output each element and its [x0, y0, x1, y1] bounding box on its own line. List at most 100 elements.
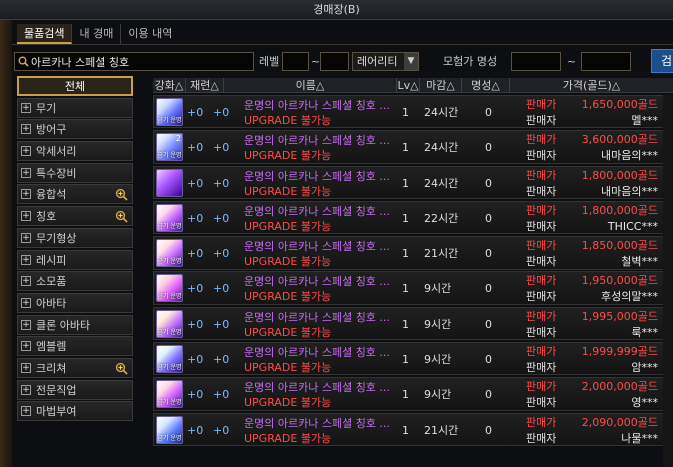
category-item[interactable]: + 전문직업 [17, 379, 133, 400]
fame-value: 0 [485, 317, 492, 331]
icon-caption: 금기 운명 [157, 222, 182, 230]
expand-plus-icon[interactable]: + [21, 167, 31, 178]
column-header-fame[interactable]: 명성△ [462, 78, 510, 92]
listing-row[interactable]: 2 금기 운명 +0 +0 운명의 아르카나 스페셜 칭호 ... UPGRADE 불가능… [153, 130, 673, 164]
sale-price-label: 판매가 [526, 133, 557, 147]
listing-row[interactable]: 금기 운명 +0 +0 운명의 아르카나 스페셜 칭호 ... UPGRADE 불가능 1… [153, 341, 673, 376]
deadline-value: 9시간 [424, 388, 452, 402]
category-item[interactable]: + 소모품 [17, 271, 133, 292]
column-header-deadline[interactable]: 마감△ [420, 78, 462, 92]
tab-bar: 물품검색 내 경매 이용 내역 [17, 24, 179, 44]
expand-plus-icon[interactable]: + [21, 406, 31, 417]
column-header-name[interactable]: 이름△ [224, 78, 397, 92]
fame-max-input[interactable] [581, 52, 631, 71]
expand-plus-icon[interactable]: + [21, 211, 31, 222]
sale-price-label: 판매가 [526, 380, 557, 394]
price-value: 1,999,999골드 [581, 344, 658, 358]
category-item[interactable]: + 레시피 [17, 249, 133, 270]
price-value: 2,000,000골드 [581, 380, 658, 394]
category-item[interactable]: + 무기 [17, 97, 133, 118]
category-item[interactable]: + 아바타 [17, 292, 133, 313]
column-header-lv[interactable]: Lv△ [397, 78, 420, 92]
category-item[interactable]: + 칭호 [17, 206, 133, 227]
deadline-value: 9시간 [424, 317, 452, 331]
tab-history[interactable]: 이용 내역 [121, 24, 179, 44]
scrollbar[interactable] [663, 95, 673, 467]
expand-plus-icon[interactable]: + [21, 254, 31, 265]
enhance-value: +0 [187, 317, 204, 331]
enhance-value: +0 [187, 211, 204, 225]
category-item[interactable]: + 클론 아바타 [17, 314, 133, 335]
item-icon[interactable]: 금기 운명 [156, 274, 183, 303]
search-button[interactable]: 검 [651, 49, 673, 73]
listing-row[interactable]: +0 +0 운명의 아르카나 스페셜 칭호 ... UPGRADE 불가능 1 24시간 0… [153, 165, 673, 199]
fame-value: 0 [485, 352, 492, 366]
item-name: 운명의 아르카나 스페셜 칭호 ... [244, 310, 390, 324]
category-item[interactable]: + 융합석 [17, 184, 133, 205]
listing-row[interactable]: 금기 운명 +0 +0 운명의 아르카나 스페셜 칭호 ... UPGRADE 불가능 1… [153, 412, 673, 446]
level-max-input[interactable] [320, 52, 349, 71]
category-item[interactable]: + 무기형상 [17, 227, 133, 248]
expand-plus-icon[interactable]: + [21, 297, 31, 308]
item-icon[interactable]: 금기 운명 [156, 203, 183, 232]
column-header-refine[interactable]: 재련△ [186, 78, 224, 92]
expand-plus-icon[interactable]: + [21, 102, 31, 113]
fame-value: 0 [485, 388, 492, 402]
seller-label: 판매자 [526, 184, 557, 198]
deadline-value: 24시간 [424, 106, 459, 119]
expand-plus-icon[interactable]: + [21, 341, 31, 352]
seller-name: 암*** [631, 360, 658, 374]
item-icon[interactable]: 금기 운명 [156, 309, 183, 338]
tab-my-auction[interactable]: 내 경매 [72, 24, 122, 44]
expand-plus-icon[interactable]: + [21, 232, 31, 243]
listing-row[interactable]: 금기 운명 +0 +0 운명의 아르카나 스페셜 칭호 ... UPGRADE 불가능 1… [153, 306, 673, 341]
expand-plus-icon[interactable]: + [21, 189, 31, 200]
item-icon[interactable]: 금기 운명 [156, 344, 183, 373]
search-input[interactable] [31, 53, 253, 70]
expand-plus-icon[interactable]: + [21, 146, 31, 157]
expand-plus-icon[interactable]: + [21, 362, 31, 373]
listing-row[interactable]: 금기 운명 +0 +0 운명의 아르카나 스페셜 칭호 ... UPGRADE 불가능 1… [153, 271, 673, 305]
category-item[interactable]: + 방어구 [17, 119, 133, 140]
rarity-select[interactable]: 레어리티 ▼ [352, 52, 419, 71]
category-item[interactable]: 전체 [17, 76, 133, 96]
item-name: 운명의 아르카나 스페셜 칭호 ... [244, 240, 390, 254]
item-icon[interactable]: 금기 운명 [156, 415, 183, 444]
fame-min-input[interactable] [511, 52, 561, 71]
enhance-value: +0 [187, 423, 204, 437]
refine-value: +0 [213, 423, 230, 437]
category-item[interactable]: + 특수장비 [17, 162, 133, 183]
category-item[interactable]: + 악세서리 [17, 141, 133, 162]
seller-name: 영*** [631, 396, 658, 410]
item-name: 운명의 아르카나 스페셜 칭호 ... [244, 99, 390, 112]
upgrade-status: UPGRADE 불가능 [244, 325, 332, 339]
column-header-price[interactable]: 가격(골드)△ [510, 78, 673, 92]
listing-row[interactable]: 금기 운명 +0 +0 운명의 아르카나 스페셜 칭호 ... UPGRADE 불가능 1… [153, 236, 673, 270]
magnifier-icon[interactable] [115, 210, 128, 223]
column-header-enhance[interactable]: 강화△ [153, 78, 186, 92]
magnifier-icon[interactable] [115, 188, 128, 202]
chevron-down-icon[interactable]: ▼ [404, 53, 418, 70]
expand-plus-icon[interactable]: + [21, 319, 31, 330]
item-icon[interactable]: 금기 운명 [156, 98, 183, 126]
level-value: 1 [402, 317, 409, 331]
price-value: 1,800,000골드 [581, 168, 658, 182]
listing-row[interactable]: 금기 운명 +0 +0 운명의 아르카나 스페셜 칭호 ... UPGRADE 불가능 1… [153, 377, 673, 411]
listing-row[interactable]: 금기 운명 +0 +0 운명의 아르카나 스페셜 칭호 ... UPGRADE 불가능 1… [153, 200, 673, 235]
item-icon[interactable] [156, 168, 183, 197]
item-icon[interactable]: 2 금기 운명 [156, 133, 183, 162]
listing-row[interactable]: 금기 운명 +0 +0 운명의 아르카나 스페셜 칭호 ... UPGRADE 불가능 1… [153, 95, 673, 129]
icon-caption: 금기 운명 [157, 117, 182, 124]
category-item[interactable]: + 크리쳐 [17, 357, 133, 378]
level-min-input[interactable] [282, 52, 309, 71]
tab-item-search[interactable]: 물품검색 [17, 24, 73, 44]
icon-caption: 금기 운명 [157, 293, 182, 301]
item-icon[interactable]: 금기 운명 [156, 380, 183, 409]
magnifier-icon[interactable] [115, 362, 128, 375]
category-item[interactable]: + 엠블렘 [17, 336, 133, 357]
expand-plus-icon[interactable]: + [21, 124, 31, 135]
item-icon[interactable]: 금기 운명 [156, 239, 183, 268]
expand-plus-icon[interactable]: + [21, 384, 31, 395]
expand-plus-icon[interactable]: + [21, 276, 31, 287]
category-item[interactable]: + 마법부여 [17, 401, 133, 422]
